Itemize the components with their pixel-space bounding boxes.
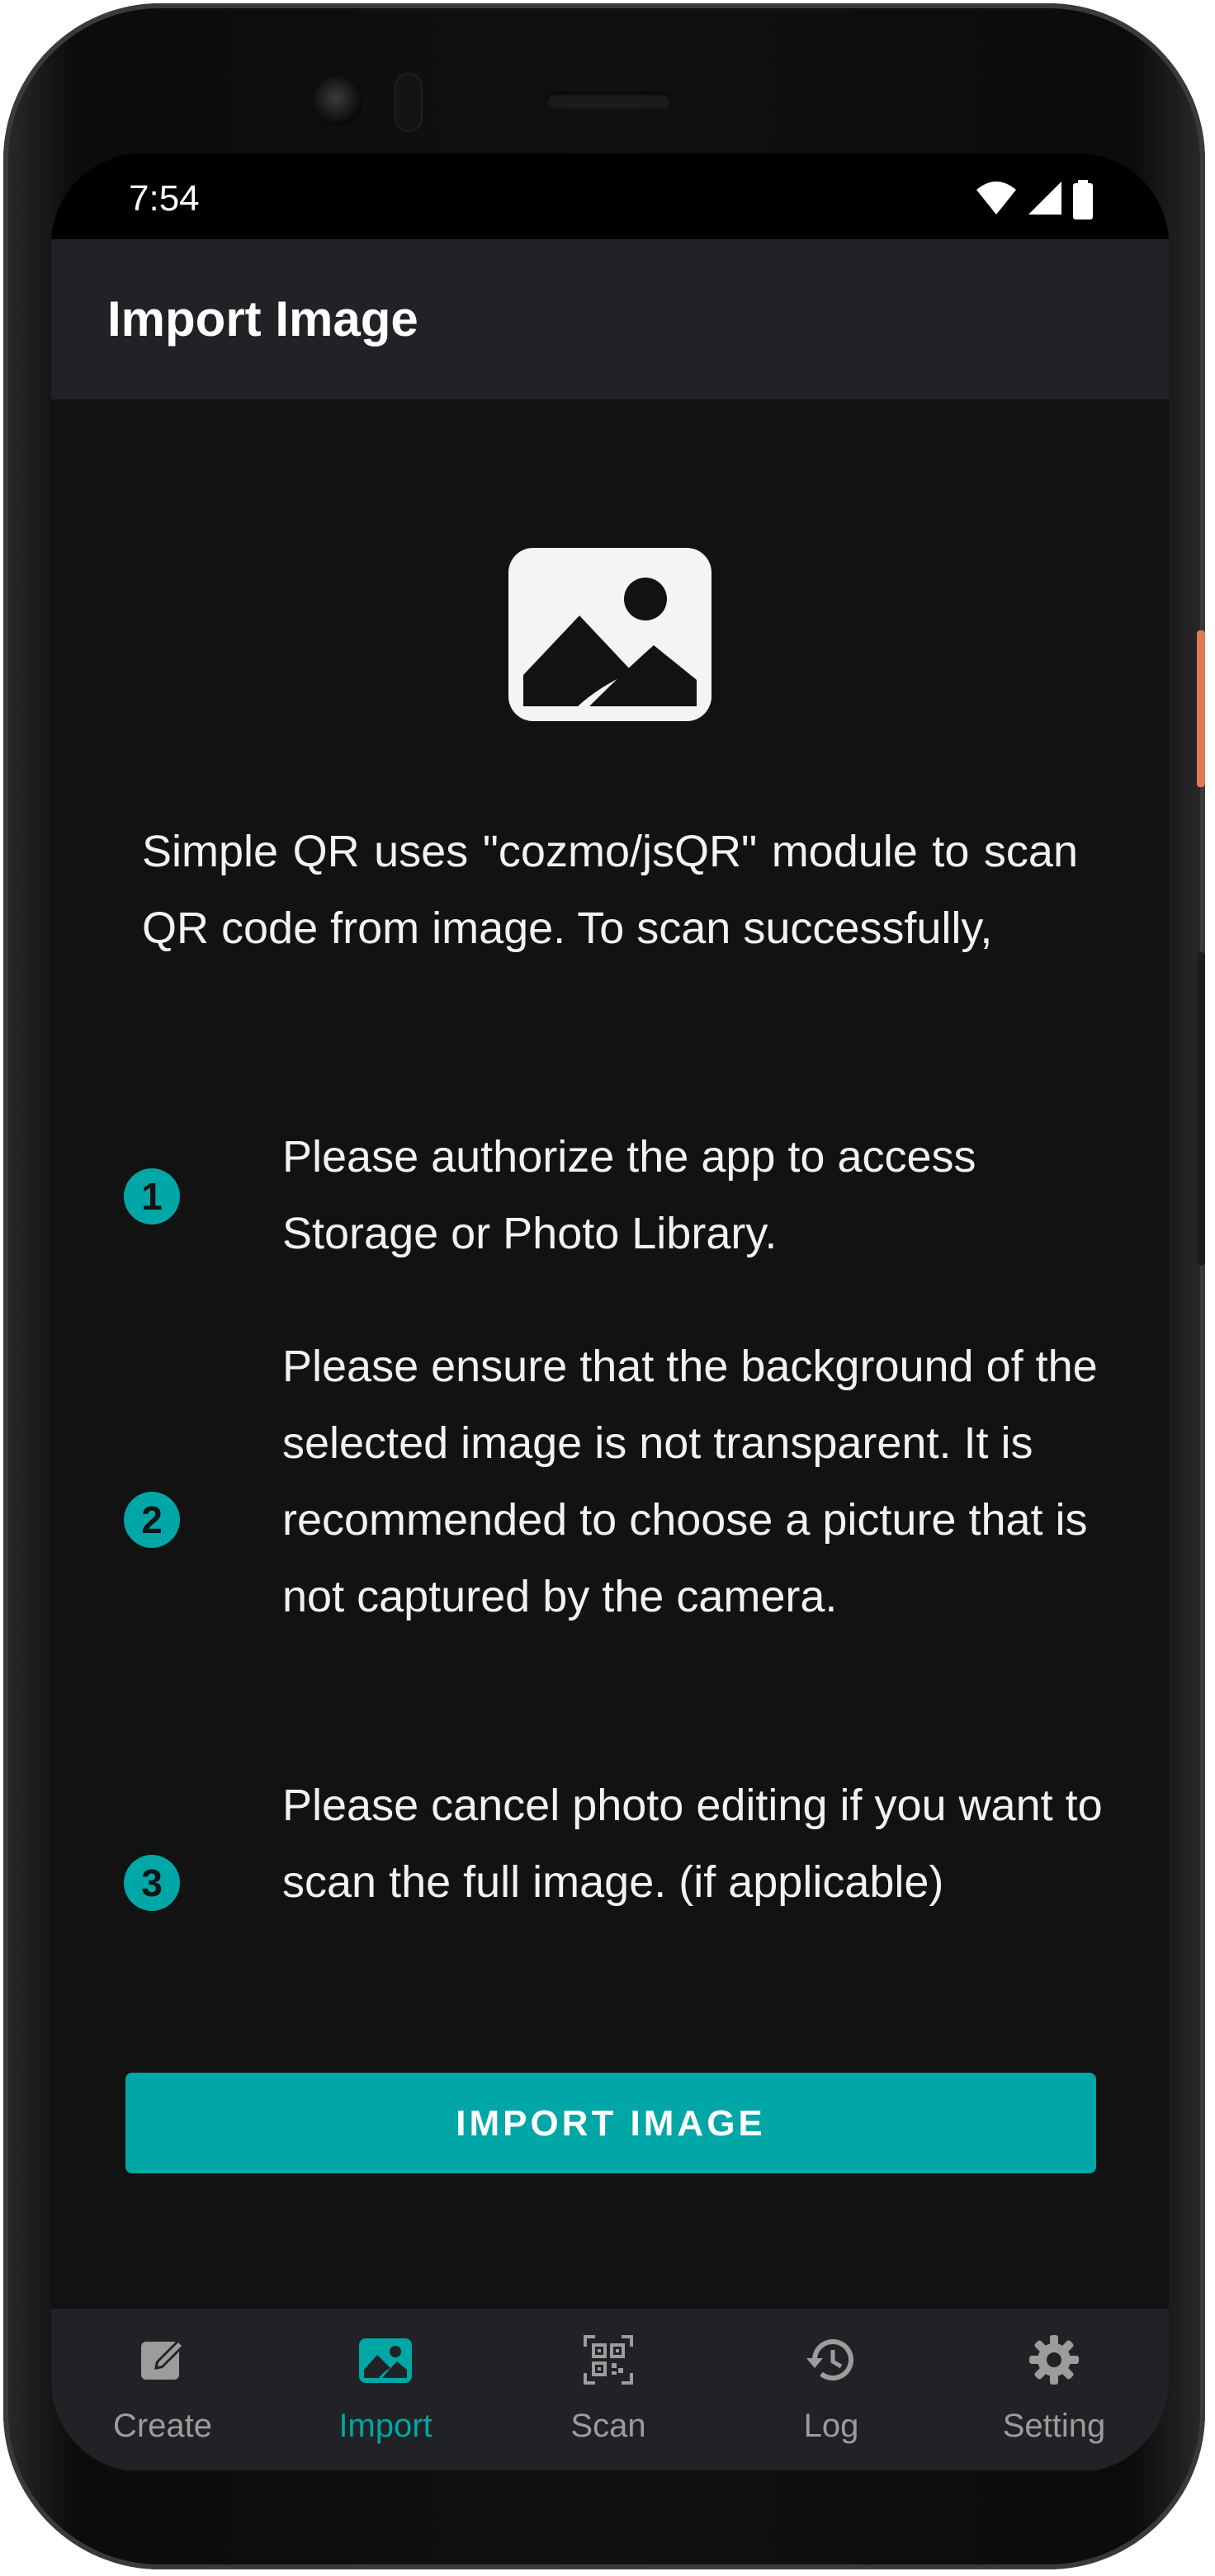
step-3: 3 Please cancel photo editing if you wan… <box>124 1767 1103 1998</box>
step-text: Please ensure that the background of the… <box>282 1342 1098 1621</box>
step-number-badge: 3 <box>124 1855 180 1911</box>
image-icon <box>508 548 712 721</box>
front-camera <box>314 76 363 125</box>
bottom-nav: Create Import Scan Log Setting <box>51 2309 1169 2470</box>
battery-icon <box>1073 180 1093 219</box>
nav-label: Setting <box>1002 2408 1106 2444</box>
image-icon <box>359 2338 412 2383</box>
proximity-sensor <box>395 73 423 132</box>
edit-icon <box>141 2340 184 2380</box>
nav-item-import[interactable]: Import <box>274 2309 497 2470</box>
status-bar: 7:54 <box>51 153 1169 239</box>
status-icons <box>970 180 1094 219</box>
qr-scan-icon <box>584 2335 633 2385</box>
nav-item-create[interactable]: Create <box>51 2309 274 2470</box>
nav-item-setting[interactable]: Setting <box>943 2309 1165 2470</box>
intro-text: Simple QR uses "cozmo/jsQR" module to sc… <box>142 827 1078 953</box>
step-2: 2 Please ensure that the background of t… <box>124 1328 1098 1716</box>
step-number-badge: 1 <box>124 1168 180 1224</box>
step-1: 1 Please authorize the app to access Sto… <box>124 1119 1090 1276</box>
wifi-icon <box>976 182 1017 215</box>
step-text: Please cancel photo editing if you want … <box>282 1781 1103 1907</box>
page-title: Import Image <box>107 291 418 347</box>
screen: 7:54 Import Image Simple QR uses "cozmo/… <box>51 153 1169 2472</box>
step-number-badge: 2 <box>124 1492 180 1548</box>
volume-button <box>1197 952 1205 1266</box>
gear-icon <box>1029 2335 1079 2385</box>
nav-item-log[interactable]: Log <box>720 2309 943 2470</box>
nav-item-scan[interactable]: Scan <box>497 2309 720 2470</box>
app-bar: Import Image <box>51 239 1169 399</box>
nav-label: Scan <box>570 2408 646 2444</box>
history-icon <box>806 2339 853 2381</box>
step-text: Please authorize the app to access Stora… <box>282 1132 976 1258</box>
earpiece-speaker <box>546 92 670 109</box>
nav-label: Import <box>338 2408 433 2444</box>
phone-frame: 7:54 Import Image Simple QR uses "cozmo/… <box>3 3 1205 2569</box>
signal-icon <box>1028 182 1061 215</box>
status-time: 7:54 <box>129 178 200 219</box>
nav-label: Create <box>112 2408 213 2444</box>
power-button <box>1197 630 1205 787</box>
nav-label: Log <box>803 2408 859 2444</box>
import-image-button[interactable]: IMPORT IMAGE <box>125 2073 1096 2173</box>
